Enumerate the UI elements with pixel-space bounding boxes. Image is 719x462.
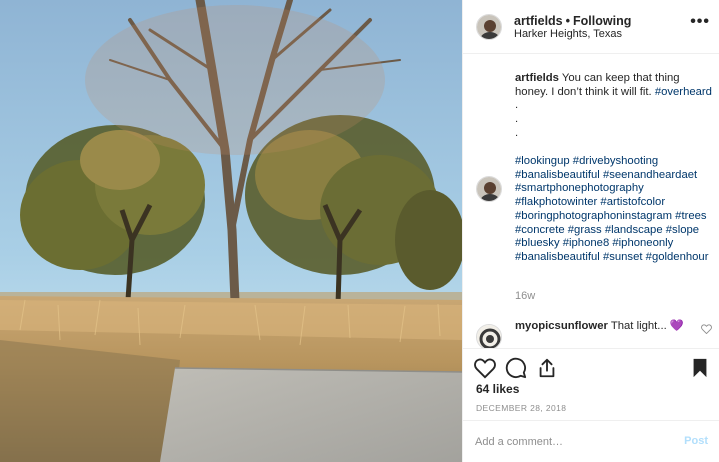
hashtag-link[interactable]: #flakphotowinter: [515, 196, 597, 208]
post-comment-button[interactable]: Post: [684, 435, 708, 447]
hashtag-link[interactable]: #grass: [568, 224, 602, 236]
add-comment-bar: Post: [463, 420, 719, 462]
hashtag-link[interactable]: #concrete: [515, 224, 565, 236]
caption-dot: .: [515, 126, 519, 139]
hashtag-link[interactable]: #boringphotographoninstagram: [515, 210, 672, 222]
hashtag-link[interactable]: #iphone8: [563, 237, 610, 249]
separator-dot: •: [565, 14, 571, 28]
hashtag-link[interactable]: #sunset: [603, 251, 643, 263]
more-horizontal-icon[interactable]: •••: [690, 13, 710, 31]
hashtags-comment: #lookingup #drivebyshooting #banalisbeau…: [515, 155, 715, 265]
post-date: DECEMBER 28, 2018: [476, 403, 567, 413]
hashtag-link[interactable]: #trees: [675, 210, 706, 222]
hashtag-link[interactable]: #banalisbeautiful: [515, 251, 600, 263]
purple-heart-emoji: 💜: [669, 320, 684, 332]
hashtag-link[interactable]: #landscape: [605, 224, 663, 236]
caption-trailing: .: [515, 99, 519, 112]
hashtag-link[interactable]: #lookingup: [515, 155, 570, 167]
post-photo[interactable]: [0, 0, 462, 462]
reply-text: That light...: [610, 320, 667, 332]
likes-count[interactable]: 64 likes: [476, 382, 519, 396]
hashtag-link[interactable]: #drivebyshooting: [573, 155, 658, 167]
commenter-avatar[interactable]: [476, 324, 502, 348]
share-icon[interactable]: [536, 357, 558, 379]
reply-comment: myopicsunflower That light... 💜: [515, 319, 684, 332]
heart-icon[interactable]: [474, 357, 496, 379]
author-username[interactable]: artfields: [514, 14, 563, 28]
hashtag-link[interactable]: #goldenhour: [646, 251, 709, 263]
post-location[interactable]: Harker Heights, Texas: [514, 28, 622, 40]
hashtag-link[interactable]: #seenandheardaet: [603, 169, 697, 181]
comment-icon[interactable]: [505, 357, 527, 379]
bookmark-icon[interactable]: [689, 357, 711, 379]
author-avatar[interactable]: [476, 14, 502, 40]
post-side-panel: artfields • Following Harker Heights, Texa…: [462, 0, 719, 462]
caption-dot: .: [515, 113, 519, 126]
post-header: artfields • Following Harker Heights, Texa…: [463, 0, 719, 54]
caption-username[interactable]: artfields: [515, 72, 559, 84]
hashtag-link[interactable]: #artistofcolor: [600, 196, 665, 208]
hashtag-link[interactable]: #bluesky: [515, 237, 560, 249]
post-caption: artfields You can keep that thing honey.…: [515, 72, 715, 141]
comment-age[interactable]: 16w: [515, 290, 535, 302]
hashtag-link[interactable]: #banalisbeautiful: [515, 169, 600, 181]
post-actions: 64 likes DECEMBER 28, 2018: [463, 348, 719, 420]
hashtag-link[interactable]: #slope: [666, 224, 699, 236]
reply-username[interactable]: myopicsunflower: [515, 320, 608, 332]
hashtag-link[interactable]: #iphoneonly: [612, 237, 673, 249]
author-line: artfields • Following: [514, 14, 631, 28]
caption-hashtag[interactable]: #overheard: [655, 86, 712, 98]
hashtag-link[interactable]: #smartphonephotography: [515, 182, 644, 194]
walkway: [160, 368, 462, 462]
author-avatar-comment[interactable]: [476, 176, 502, 202]
comment-like-heart-icon[interactable]: [701, 324, 712, 334]
landscape-photo: [0, 0, 462, 462]
follow-status-button[interactable]: Following: [573, 14, 631, 28]
comment-input[interactable]: [475, 431, 665, 453]
comments-section: artfields You can keep that thing honey.…: [463, 55, 719, 348]
